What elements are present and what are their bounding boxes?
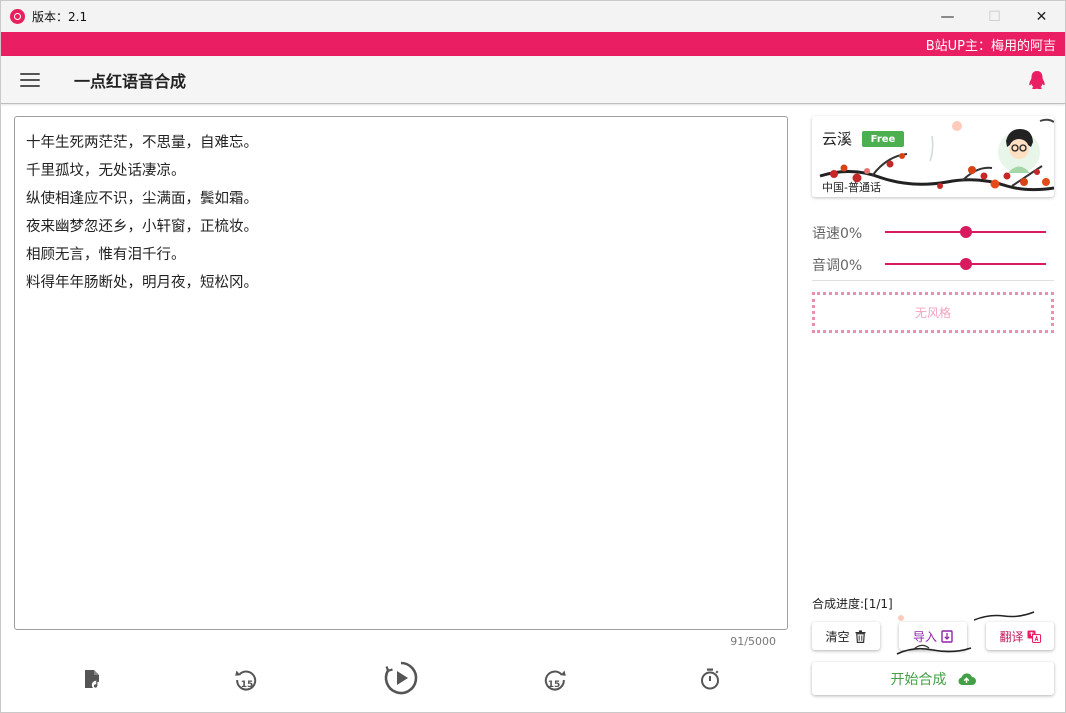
import-button[interactable]: 导入 (896, 615, 972, 655)
free-badge: Free (862, 131, 904, 147)
translate-button[interactable]: 翻译 (974, 611, 1054, 650)
voice-name: 云溪 (822, 130, 853, 148)
play-button[interactable] (383, 659, 419, 697)
app-title: 一点红语音合成 (74, 71, 187, 91)
pitch-row: 音调0% (812, 252, 1054, 276)
audio-file-icon (85, 670, 101, 690)
style-label: 无风格 (914, 306, 951, 320)
app-window: 版本：2.1 — ☐ ✕ B站UP主：梅用的阿吉 一点红语音合成 十年生死两茫茫… (0, 0, 1066, 713)
author-banner: B站UP主：梅用的阿吉 (1, 32, 1065, 56)
divider (812, 280, 1054, 281)
speech-rate-label: 语速0% (812, 226, 863, 242)
editor-line: 十年生死两茫茫，不思量，自难忘。 (26, 135, 258, 151)
speech-rate-slider-thumb[interactable] (959, 226, 972, 238)
timer-icon (701, 668, 719, 690)
rewind-15-button[interactable]: 15 (232, 666, 260, 692)
app-logo-icon (10, 9, 25, 24)
cloud-upload-icon (958, 672, 976, 685)
import-document-icon (941, 629, 953, 643)
synthesis-progress: 合成进度:[1/1] (812, 597, 893, 611)
timer-button[interactable] (697, 666, 723, 692)
audio-file-button[interactable] (79, 666, 105, 692)
start-synthesis-label: 开始合成 (890, 671, 947, 688)
text-editor[interactable]: 十年生死两茫茫，不思量，自难忘。 千里孤坟，无处话凄凉。 纵使相逢应不识，尘满面… (14, 116, 788, 630)
start-synthesis-button[interactable]: 开始合成 (812, 662, 1054, 695)
hamburger-menu-icon[interactable] (20, 72, 40, 87)
title-bar: 版本：2.1 — ☐ ✕ (1, 1, 1065, 32)
window-controls: — ☐ ✕ (924, 1, 1065, 32)
translate-button-label: 翻译 (999, 629, 1024, 644)
pitch-label: 音调0% (812, 258, 863, 274)
voice-locale: 中国-普通话 (822, 181, 881, 194)
trash-icon (855, 629, 865, 643)
play-icon (384, 661, 418, 695)
minimize-button[interactable]: — (924, 1, 971, 32)
clear-button-label: 清空 (825, 629, 850, 644)
forward-15-button[interactable]: 15 (541, 666, 569, 692)
rewind-15-icon: 15 (235, 670, 257, 691)
maximize-button[interactable]: ☐ (971, 1, 1018, 32)
rewind-seconds-label: 15 (241, 680, 254, 690)
qq-penguin-icon[interactable] (1028, 70, 1046, 90)
clear-button[interactable]: 清空 (812, 622, 880, 650)
editor-line: 料得年年肠断处，明月夜，短松冈。 (26, 275, 258, 291)
editor-line: 夜来幽梦忽还乡，小轩窗，正梳妆。 (26, 219, 258, 235)
import-button-label: 导入 (912, 629, 937, 644)
forward-seconds-label: 15 (548, 680, 561, 690)
editor-line: 相顾无言，惟有泪千行。 (26, 247, 186, 263)
pitch-slider-thumb[interactable] (959, 258, 972, 270)
window-title: 版本：2.1 (32, 10, 88, 24)
author-banner-text: B站UP主：梅用的阿吉 (925, 38, 1056, 54)
editor-line: 千里孤坟，无处话凄凉。 (26, 163, 186, 179)
close-button[interactable]: ✕ (1018, 1, 1065, 32)
forward-15-icon: 15 (544, 670, 566, 691)
style-selector[interactable]: 无风格 (812, 292, 1054, 333)
editor-line: 纵使相逢应不识，尘满面，鬓如霜。 (26, 191, 258, 207)
speech-rate-row: 语速0% (812, 220, 1054, 244)
app-bar: 一点红语音合成 (1, 56, 1065, 104)
character-counter: 91/5000 (730, 635, 776, 648)
translate-icon (1027, 630, 1041, 643)
voice-card[interactable]: 云溪 Free 中国-普通话 (812, 116, 1054, 197)
